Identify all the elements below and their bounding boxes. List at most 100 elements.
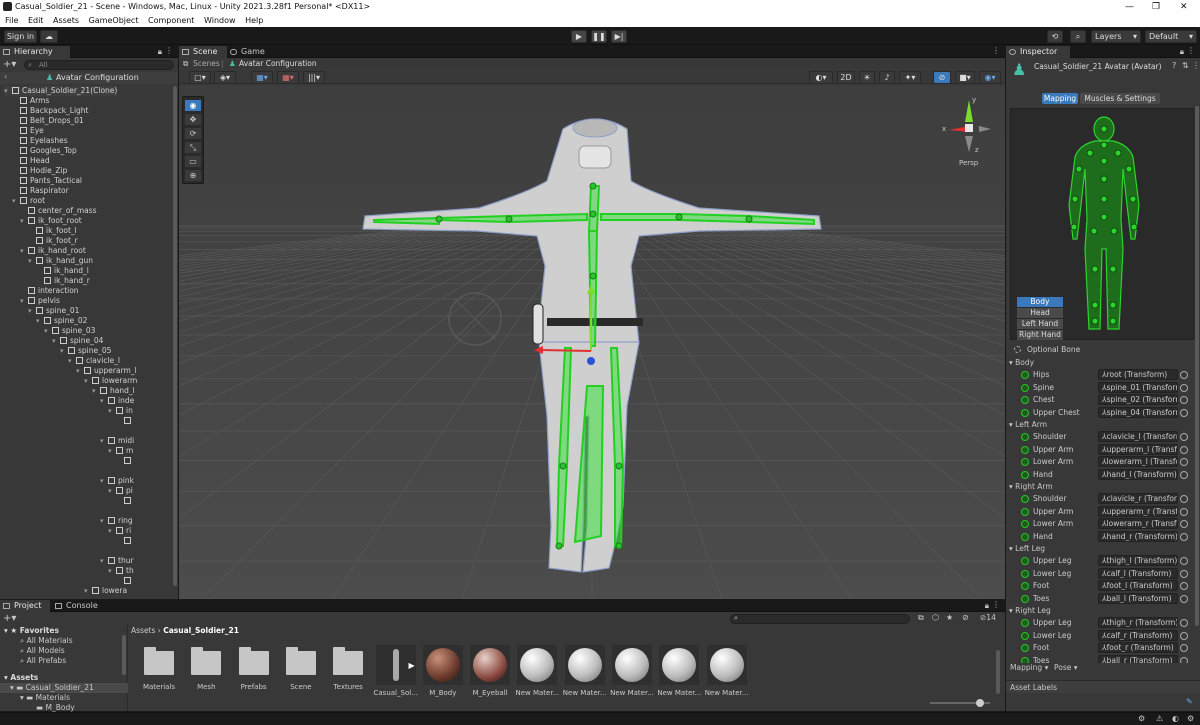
bone-status-icon[interactable] [1021, 458, 1029, 466]
camera-dropdown[interactable]: ■▾ [955, 71, 975, 84]
hierarchy-item[interactable]: ik_foot_r [28, 236, 78, 246]
hierarchy-item[interactable]: ▾ inde [100, 396, 134, 406]
object-picker-icon[interactable] [1180, 396, 1188, 404]
hierarchy-root-object[interactable]: ▾ Casual_Soldier_21(Clone) [4, 86, 118, 96]
save-search-icon[interactable]: ★ [946, 613, 953, 622]
bone-status-icon[interactable] [1021, 594, 1029, 603]
cloud-icon[interactable]: ☁ [40, 30, 58, 43]
breadcrumb-avatar-configuration[interactable]: Avatar Configuration [239, 58, 317, 69]
asset-item[interactable]: Textures [326, 645, 370, 691]
hierarchy-item[interactable]: ▾ spine_02 [36, 316, 87, 326]
persp-label[interactable]: Persp [959, 159, 979, 167]
bone-status-icon[interactable] [1021, 495, 1029, 503]
object-picker-icon[interactable] [1180, 371, 1188, 379]
object-picker-icon[interactable] [1180, 594, 1188, 603]
expand-arrow-icon[interactable]: ▾ [84, 376, 92, 386]
hierarchy-item[interactable]: Googles_Top [12, 146, 77, 156]
move-tool-icon[interactable]: ✥ [185, 114, 201, 125]
tag-icon[interactable]: ✎ [1186, 697, 1193, 706]
object-picker-icon[interactable] [1180, 631, 1188, 640]
asset-item[interactable]: New Mater... [657, 645, 701, 697]
tab-hierarchy[interactable]: Hierarchy [0, 46, 70, 58]
menu-window[interactable]: Window [204, 14, 236, 27]
hierarchy-item[interactable]: interaction [20, 286, 79, 296]
hierarchy-item[interactable]: ▾ lowerarm [84, 376, 137, 386]
bone-status-icon[interactable] [1021, 557, 1029, 565]
object-picker-icon[interactable] [1180, 644, 1188, 652]
sign-in-button[interactable]: Sign in [4, 30, 37, 43]
hierarchy-item[interactable]: ▾ ri [108, 526, 131, 536]
bone-group-header[interactable]: ▾ Left Leg [1009, 543, 1194, 555]
expand-arrow-icon[interactable]: ▾ [68, 356, 76, 366]
hierarchy-item[interactable]: center_of_mass [20, 206, 97, 216]
expand-arrow-icon[interactable]: ▾ [12, 196, 20, 206]
hierarchy-item[interactable]: ▾ lowera [84, 586, 127, 596]
expand-arrow-icon[interactable]: ▾ [100, 516, 108, 526]
asset-item[interactable]: New Mater... [610, 645, 654, 697]
object-picker-icon[interactable] [1180, 495, 1188, 503]
expand-arrow-icon[interactable]: ▾ [108, 446, 116, 456]
bone-status-icon[interactable] [1021, 470, 1029, 479]
bone-status-icon[interactable] [1021, 433, 1029, 441]
hierarchy-item[interactable] [116, 576, 134, 586]
pivot-dropdown[interactable]: ◈▾ [214, 71, 236, 84]
tab-muscles-settings[interactable]: Muscles & Settings [1080, 93, 1160, 104]
left-hand-button[interactable]: Left Hand [1017, 319, 1063, 329]
expand-arrow-icon[interactable]: ▾ [36, 316, 44, 326]
expand-arrow-icon[interactable]: ▾ [108, 486, 116, 496]
grid-plane-dropdown[interactable]: |||▾ [303, 71, 325, 84]
bone-transform-field[interactable]: ⅄lowerarm_l (Transform) [1098, 456, 1178, 467]
hierarchy-item[interactable]: ▾ in [108, 406, 133, 416]
folder-selected-row[interactable]: ▾ ▬ Casual_Soldier_21 [0, 683, 128, 693]
bone-status-icon[interactable] [1021, 408, 1029, 417]
hierarchy-item[interactable]: ▾ ik_hand_root [20, 246, 86, 256]
scale-tool-icon[interactable]: ⤡ [185, 142, 201, 153]
hierarchy-item[interactable]: ik_hand_l [36, 266, 89, 276]
hierarchy-item[interactable]: ▾ pink [100, 476, 134, 486]
kebab-menu-icon[interactable]: ⋮ [992, 600, 1000, 609]
bone-transform-field[interactable]: ⅄hand_l (Transform) [1098, 468, 1178, 480]
help-icon[interactable]: ? [1172, 61, 1176, 70]
hidden-packages-count[interactable]: ⊘14 [980, 613, 996, 622]
expand-arrow-icon[interactable]: ▾ [84, 586, 92, 596]
bone-status-icon[interactable] [1021, 532, 1029, 541]
kebab-menu-icon[interactable]: ⋮ [1192, 61, 1200, 70]
expand-arrow-icon[interactable]: ▾ [4, 86, 12, 96]
hierarchy-item[interactable] [4, 466, 12, 476]
collab-icon[interactable]: ⚙ [1187, 714, 1194, 723]
bone-status-icon[interactable] [1021, 569, 1029, 578]
object-picker-icon[interactable] [1180, 433, 1188, 441]
asset-item[interactable]: New Mater... [563, 645, 607, 697]
tab-project[interactable]: Project [0, 600, 50, 612]
object-picker-icon[interactable] [1180, 470, 1188, 479]
bone-status-icon[interactable] [1021, 619, 1029, 627]
expand-arrow-icon[interactable]: ▾ [20, 216, 28, 226]
hierarchy-item[interactable]: Head [12, 156, 50, 166]
expand-arrow-icon[interactable]: ▾ [100, 436, 108, 446]
project-search-input[interactable]: ⌕ [730, 614, 910, 624]
hierarchy-item[interactable]: ▾ ik_foot_root [20, 216, 82, 226]
expand-arrow-icon[interactable]: ▾ [60, 346, 68, 356]
bone-transform-field[interactable]: ⅄foot_l (Transform) [1098, 580, 1178, 591]
expand-arrow-icon[interactable]: ▾ [100, 476, 108, 486]
expand-arrow-icon[interactable]: ▾ [28, 256, 36, 266]
menu-edit[interactable]: Edit [28, 14, 44, 27]
effects-dropdown[interactable]: ✦▾ [899, 71, 921, 84]
hierarchy-item[interactable]: ▾ midi [100, 436, 134, 446]
bone-transform-field[interactable]: ⅄lowerarm_r (Transform) [1098, 518, 1178, 529]
hierarchy-item[interactable]: Backpack_Light [12, 106, 89, 116]
bone-status-icon[interactable] [1021, 383, 1029, 392]
tab-console[interactable]: Console [52, 600, 100, 612]
folder-m-body[interactable]: ▬ M_Body [36, 703, 75, 712]
hierarchy-item[interactable]: Eye [12, 126, 44, 136]
assets-root[interactable]: ▾ Assets [4, 673, 38, 682]
tab-mapping[interactable]: Mapping [1042, 93, 1078, 104]
object-picker-icon[interactable] [1180, 507, 1188, 516]
hierarchy-item[interactable]: ▾ spine_01 [28, 306, 79, 316]
favorite-all-materials[interactable]: ⌕ All Materials [20, 636, 73, 646]
object-picker-icon[interactable] [1180, 445, 1188, 454]
hierarchy-item[interactable]: ▾ pi [108, 486, 133, 496]
expand-arrow-icon[interactable]: ▾ [108, 406, 116, 416]
history-icon[interactable]: ⟲ [1047, 30, 1063, 43]
filter-by-type-icon[interactable]: ⧉ [918, 613, 924, 623]
